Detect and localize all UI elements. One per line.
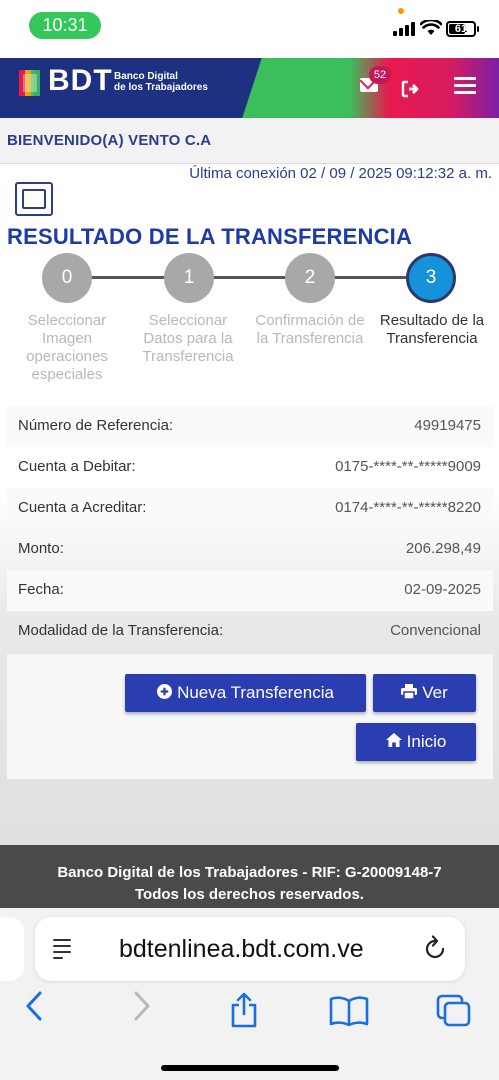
step-label-0: Seleccionar Imagen operaciones especiale… (26, 312, 108, 383)
reader-mode-icon[interactable] (53, 937, 75, 961)
share-icon[interactable] (229, 992, 259, 1028)
new-transfer-button[interactable]: Nueva Transferencia (125, 674, 366, 712)
battery-level: 61 (454, 23, 468, 35)
detail-label: Cuenta a Debitar: (18, 458, 136, 475)
bookmarks-icon[interactable] (329, 996, 369, 1026)
browser-toolbar: bdtenlinea.bdt.com.ve (0, 908, 499, 1080)
address-bar[interactable]: bdtenlinea.bdt.com.ve (35, 917, 465, 981)
home-icon (385, 733, 402, 751)
forward-icon[interactable] (132, 990, 152, 1022)
detail-row: Cuenta a Debitar: 0175-****-**-*****9009 (7, 447, 493, 488)
detail-value: 02-09-2025 (404, 581, 481, 598)
detail-row: Monto: 206.298,49 (7, 529, 493, 570)
step-label-3: Resultado de la Transferencia (379, 312, 485, 347)
detail-row: Fecha: 02-09-2025 (7, 570, 493, 611)
step-circle-3-active: 3 (406, 253, 456, 303)
printer-icon (401, 683, 418, 703)
logout-icon[interactable] (401, 80, 421, 98)
wifi-icon (420, 20, 442, 35)
step-circle-0: 0 (42, 253, 92, 303)
detail-row: Número de Referencia: 49919475 (7, 406, 493, 447)
detail-value: 49919475 (414, 417, 481, 434)
previous-tab-edge[interactable] (0, 917, 24, 981)
actions-panel: Nueva Transferencia Ver Inicio (7, 654, 493, 779)
site-footer: Banco Digital de los Trabajadores - RIF:… (0, 845, 499, 908)
view-label: Ver (422, 683, 448, 702)
plus-circle-icon (157, 683, 173, 703)
logo-text: BDT (48, 64, 113, 97)
home-indicator (161, 1065, 339, 1071)
last-connection: Última conexión 02 / 09 / 2025 09:12:32 … (189, 165, 492, 182)
step-label-2: Confirmación de la Transferencia (255, 312, 365, 347)
detail-label: Fecha: (18, 581, 64, 598)
step-circle-1: 1 (164, 253, 214, 303)
logo-subtitle-line2: de los Trabajadores (114, 82, 208, 93)
detail-value: 0175-****-**-*****9009 (335, 458, 481, 475)
url-text[interactable]: bdtenlinea.bdt.com.ve (119, 935, 364, 964)
status-bar: 10:31 61 (0, 0, 499, 58)
privacy-indicator-dot (398, 8, 404, 14)
detail-label: Modalidad de la Transferencia: (18, 622, 224, 639)
logo-subtitle: Banco Digital de los Trabajadores (114, 71, 208, 93)
detail-label: Monto: (18, 540, 64, 557)
cellular-signal-icon (393, 22, 415, 36)
detail-label: Número de Referencia: (18, 417, 174, 434)
home-label: Inicio (406, 732, 447, 751)
detail-value: 0174-****-**-*****8220 (335, 499, 481, 516)
status-time: 10:31 (29, 12, 101, 39)
view-button[interactable]: Ver (373, 674, 476, 712)
detail-row: Cuenta a Acreditar: 0174-****-**-*****82… (7, 488, 493, 529)
home-button[interactable]: Inicio (356, 723, 476, 761)
reload-icon[interactable] (423, 935, 447, 961)
detail-row: Modalidad de la Transferencia: Convencio… (7, 611, 493, 652)
hamburger-menu-icon[interactable] (454, 77, 476, 95)
new-transfer-label: Nueva Transferencia (177, 683, 334, 702)
detail-value: Convencional (390, 622, 481, 639)
notification-badge: 52 (369, 66, 391, 84)
detail-label: Cuenta a Acreditar: (18, 499, 147, 516)
step-label-1: Seleccionar Datos para la Transferencia (142, 312, 234, 365)
bdt-logo-mark-icon[interactable] (19, 70, 45, 96)
app-header: BDT Banco Digital de los Trabajadores (0, 58, 499, 118)
tabs-icon[interactable] (436, 994, 472, 1028)
footer-line2: Todos los derechos reservados. (135, 886, 364, 903)
transfer-details: Número de Referencia: 49919475 Cuenta a … (7, 406, 493, 652)
footer-line1: Banco Digital de los Trabajadores - RIF:… (57, 864, 442, 881)
safe-icon (15, 182, 53, 216)
progress-stepper: 0 1 2 3 Seleccionar Imagen operaciones e… (0, 252, 499, 392)
page-title: RESULTADO DE LA TRANSFERENCIA (7, 224, 413, 249)
welcome-bar: BIENVENIDO(A) VENTO C.A (0, 118, 499, 164)
welcome-text: BIENVENIDO(A) VENTO C.A (7, 132, 212, 149)
logo-subtitle-line1: Banco Digital (114, 71, 178, 82)
step-circle-2: 2 (285, 253, 335, 303)
back-icon[interactable] (24, 990, 44, 1022)
main-content: Última conexión 02 / 09 / 2025 09:12:32 … (0, 164, 499, 845)
detail-value: 206.298,49 (405, 540, 481, 557)
battery-icon: 61 (446, 21, 479, 37)
